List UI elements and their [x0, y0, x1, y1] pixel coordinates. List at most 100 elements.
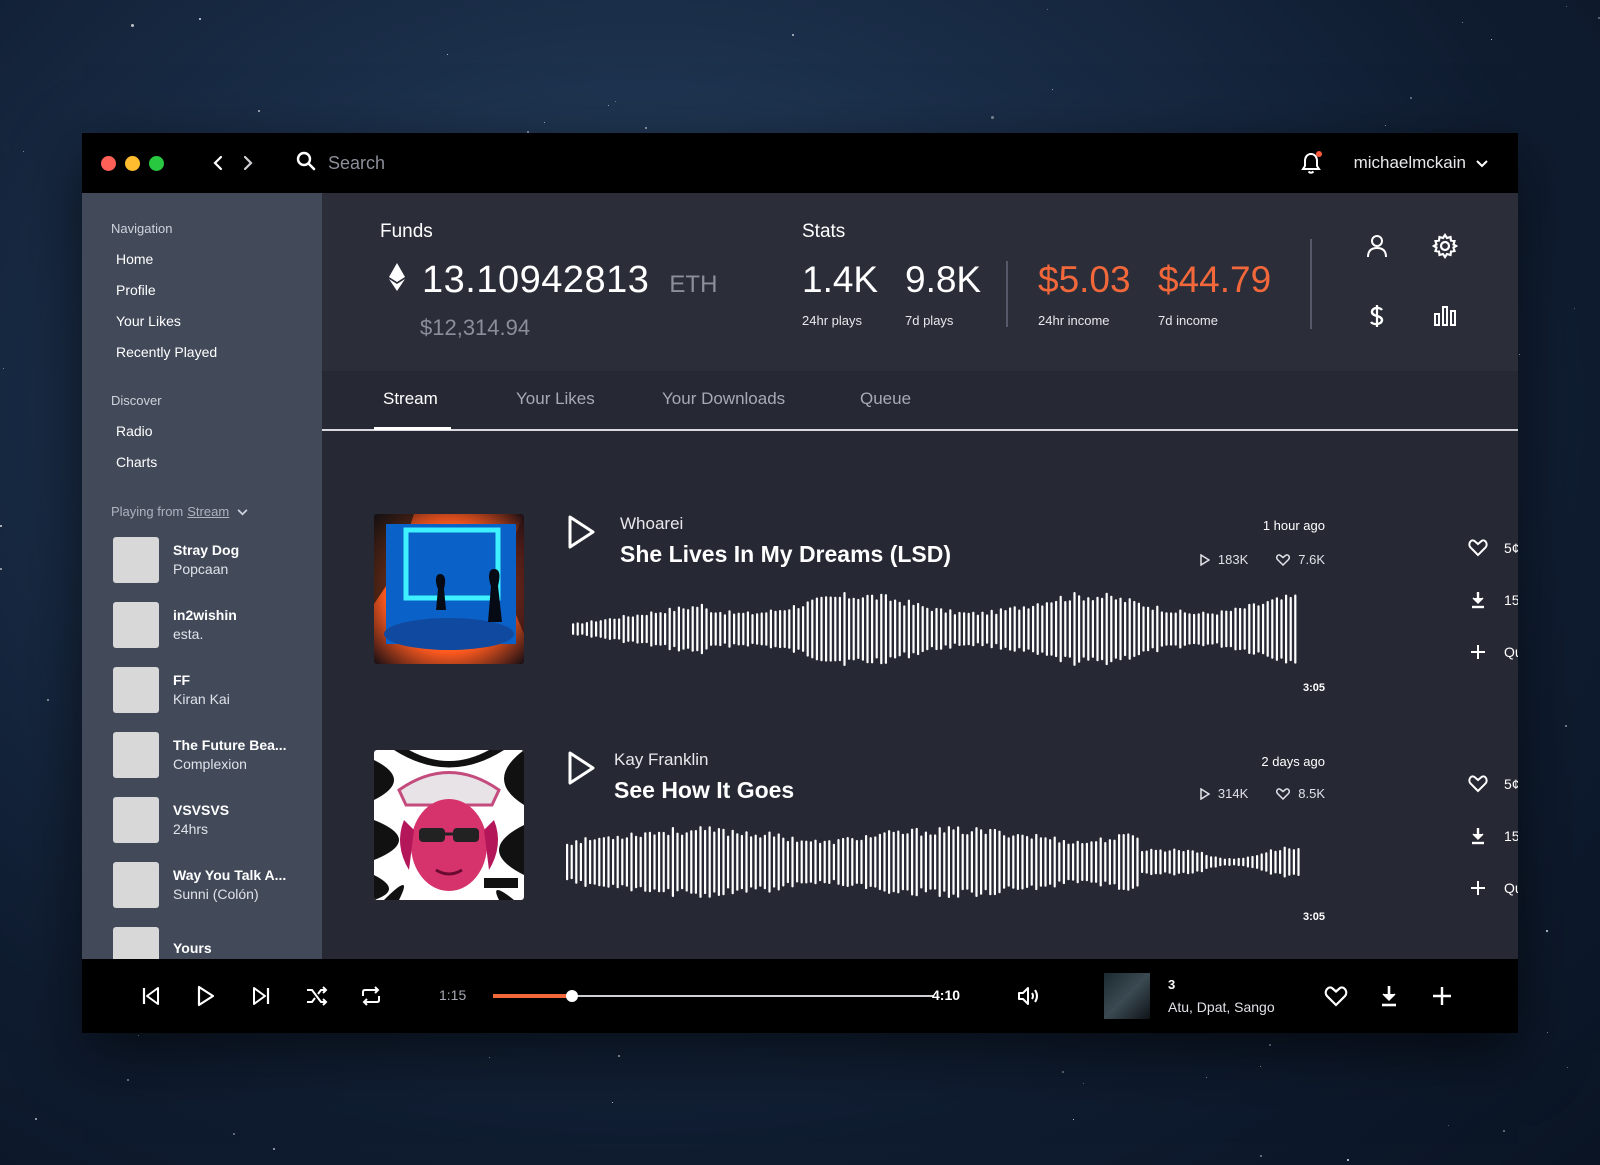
like-track-button[interactable]: 5¢ — [1468, 758, 1518, 810]
stat-label: 7d plays — [905, 313, 954, 328]
now-playing-artist[interactable]: Atu, Dpat, Sango — [1168, 999, 1275, 1015]
back-arrow-icon[interactable] — [210, 153, 226, 173]
heart-icon[interactable] — [1323, 983, 1349, 1009]
bar-chart-icon[interactable] — [1432, 303, 1458, 329]
gear-icon[interactable] — [1432, 233, 1458, 259]
sidebar-item-your-likes[interactable]: Your Likes — [116, 306, 322, 337]
star — [1545, 930, 1548, 933]
play-icon[interactable] — [193, 983, 219, 1009]
waveform-bar — [1151, 609, 1154, 649]
stat-value: $5.03 — [1038, 259, 1131, 300]
waveform-bar — [1262, 603, 1265, 655]
play-track-button[interactable] — [567, 514, 597, 550]
queue-item[interactable]: in2wishin esta. — [113, 592, 322, 657]
track-cover-art[interactable] — [374, 514, 524, 664]
track-title[interactable]: See How It Goes — [614, 777, 794, 804]
tab-your-downloads[interactable]: Your Downloads — [662, 389, 785, 409]
waveform-bar — [828, 840, 831, 884]
waveform-bar — [763, 834, 766, 890]
queue-item[interactable]: VSVSVS 24hrs — [113, 787, 322, 852]
minimize-window-button[interactable] — [125, 155, 140, 171]
track-artist[interactable]: Whoarei — [620, 514, 683, 534]
stat-value: $44.79 — [1158, 259, 1272, 300]
track-waveform[interactable] — [566, 822, 1302, 902]
dollar-icon[interactable] — [1364, 303, 1390, 329]
waveform-bar — [1044, 837, 1047, 887]
waveform-bar — [1252, 603, 1255, 655]
download-track-button[interactable]: 15¢ — [1468, 574, 1518, 626]
queue-item-thumbnail — [113, 536, 159, 583]
track-waveform[interactable] — [572, 589, 1302, 669]
seek-bar-handle[interactable] — [566, 990, 579, 1002]
profile-icon[interactable] — [1364, 233, 1390, 259]
track-title[interactable]: She Lives In My Dreams (LSD) — [620, 541, 951, 568]
waveform-bar — [1174, 612, 1177, 646]
seek-bar[interactable] — [493, 990, 933, 1002]
queue-item[interactable]: Way You Talk A... Sunni (Colón) — [113, 852, 322, 917]
waveform-bar — [823, 840, 826, 884]
tab-stream[interactable]: Stream — [383, 389, 438, 409]
sidebar-item-home[interactable]: Home — [116, 244, 322, 275]
tab-your-likes[interactable]: Your Likes — [516, 389, 595, 409]
waveform-bar — [1297, 848, 1300, 876]
waveform-bar — [986, 614, 989, 644]
play-track-button[interactable] — [567, 750, 597, 786]
tab-queue[interactable]: Queue — [860, 389, 911, 409]
chevron-down-icon[interactable] — [237, 504, 248, 519]
playing-from-source-link[interactable]: Stream — [187, 504, 229, 519]
like-count-value: 8.5K — [1298, 786, 1325, 801]
sidebar-item-charts[interactable]: Charts — [116, 447, 322, 478]
waveform-bar — [765, 612, 768, 646]
repeat-icon[interactable] — [358, 983, 384, 1009]
track-actions: 5¢ 15¢ Queue — [1468, 522, 1518, 678]
waveform-bar — [1039, 837, 1042, 887]
star — [34, 1117, 37, 1120]
waveform-bar — [1076, 840, 1079, 884]
waveform-bar — [658, 831, 661, 893]
stat-label: 7d income — [1158, 313, 1218, 328]
forward-arrow-icon[interactable] — [240, 153, 256, 173]
download-icon[interactable] — [1376, 983, 1402, 1009]
queue-item[interactable]: FF Kiran Kai — [113, 657, 322, 722]
like-track-button[interactable]: 5¢ — [1468, 522, 1518, 574]
star — [1409, 96, 1412, 99]
queue-item[interactable]: Yours — [113, 917, 322, 959]
sidebar-item-recently-played[interactable]: Recently Played — [116, 337, 322, 368]
waveform-bar — [595, 621, 598, 637]
previous-track-icon[interactable] — [138, 983, 164, 1009]
sidebar-item-radio[interactable]: Radio — [116, 416, 322, 447]
next-track-icon[interactable] — [248, 983, 274, 1009]
waveform-bar — [1145, 850, 1148, 874]
waveform-bar — [1003, 835, 1006, 889]
queue-item[interactable]: The Future Bea... Complexion — [113, 722, 322, 787]
now-playing-title[interactable]: 3 — [1168, 977, 1175, 992]
track-cover-art[interactable] — [374, 750, 524, 900]
waveform-bar — [998, 830, 1001, 894]
waveform-bar — [607, 836, 610, 888]
waveform-bar — [825, 596, 828, 662]
waveform-bar — [616, 835, 619, 889]
shuffle-icon[interactable] — [304, 983, 330, 1009]
waveform-bar — [935, 607, 938, 651]
waveform-bar — [924, 831, 927, 893]
queue-item[interactable]: Stray Dog Popcaan — [113, 527, 322, 592]
volume-icon[interactable] — [1016, 983, 1042, 1009]
add-to-queue-button[interactable]: Queue — [1468, 862, 1518, 914]
close-window-button[interactable] — [101, 155, 116, 171]
add-to-queue-button[interactable]: Queue — [1468, 626, 1518, 678]
star — [1206, 1077, 1208, 1079]
waveform-bar — [834, 596, 837, 662]
user-menu[interactable]: michaelmckain — [1354, 153, 1488, 173]
notifications-bell-icon[interactable] — [1300, 151, 1322, 175]
waveform-bar — [1292, 849, 1295, 875]
track-artist[interactable]: Kay Franklin — [614, 750, 708, 770]
zoom-window-button[interactable] — [149, 155, 164, 171]
waveform-bar — [984, 833, 987, 891]
now-playing-artwork[interactable] — [1104, 973, 1150, 1019]
sidebar-item-profile[interactable]: Profile — [116, 275, 322, 306]
waveform-bar — [1142, 606, 1145, 652]
plus-icon[interactable] — [1429, 983, 1455, 1009]
search-input[interactable] — [328, 152, 628, 174]
download-track-button[interactable]: 15¢ — [1468, 810, 1518, 862]
download-icon — [1468, 590, 1488, 610]
